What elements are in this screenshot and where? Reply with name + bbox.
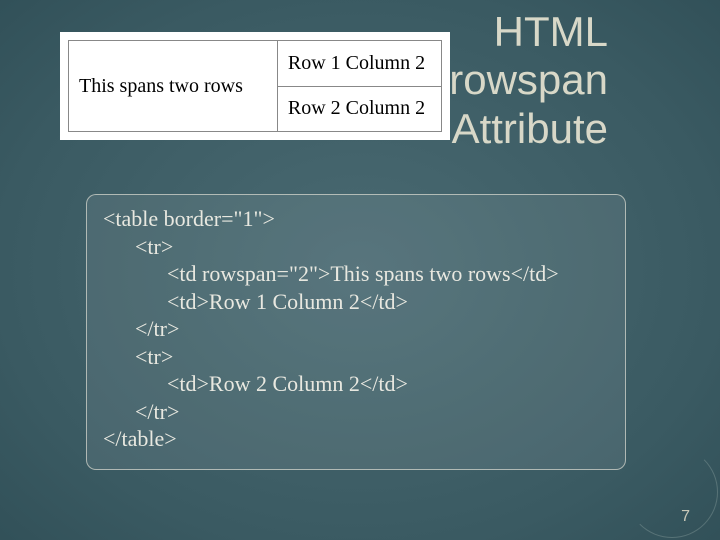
cell-rowspan: This spans two rows [69,41,278,132]
code-line: <td rowspan="2">This spans two rows</td> [103,260,609,288]
title-line-3: Attribute [449,105,608,153]
slide-title: HTML rowspan Attribute [449,8,608,153]
cell-r1c2: Row 1 Column 2 [277,41,441,87]
cell-r2c2: Row 2 Column 2 [277,86,441,132]
code-line: <tr> [103,233,609,261]
code-line: <td>Row 2 Column 2</td> [103,370,609,398]
code-line: <tr> [103,343,609,371]
slide: HTML rowspan Attribute This spans two ro… [0,0,720,540]
code-listing: <table border="1"> <tr> <td rowspan="2">… [86,194,626,470]
example-rendered-table: This spans two rows Row 1 Column 2 Row 2… [60,32,450,140]
code-line: </table> [103,425,609,453]
decorative-swirl [580,400,720,540]
title-line-1: HTML [449,8,608,56]
code-line: </tr> [103,398,609,426]
code-line: <td>Row 1 Column 2</td> [103,288,609,316]
table-row: This spans two rows Row 1 Column 2 [69,41,442,87]
code-line: <table border="1"> [103,205,609,233]
page-number: 7 [681,508,690,526]
title-line-2: rowspan [449,56,608,104]
demo-table: This spans two rows Row 1 Column 2 Row 2… [68,40,442,132]
code-line: </tr> [103,315,609,343]
